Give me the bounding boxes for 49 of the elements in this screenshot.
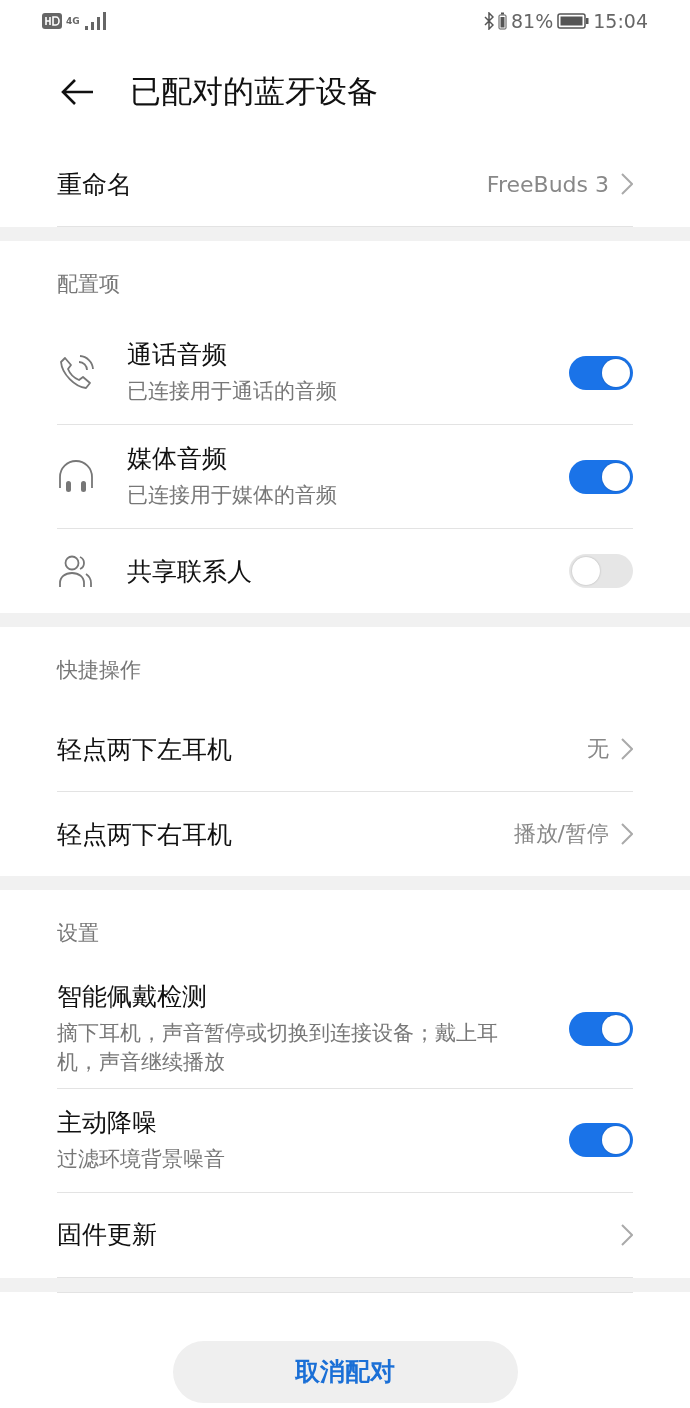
signal-icon xyxy=(83,12,106,30)
row-title: 主动降噪 xyxy=(57,1107,158,1140)
settings-row[interactable]: 轻点两下左耳机 无 xyxy=(57,707,633,792)
settings-row[interactable]: 共享联系人 xyxy=(57,529,633,613)
unpair-button[interactable]: 取消配对 xyxy=(172,1340,518,1403)
section-header: 快捷操作 xyxy=(57,657,142,684)
toggle-switch[interactable] xyxy=(569,459,633,494)
status-time: 15:04 xyxy=(593,10,648,32)
row-title: 重命名 xyxy=(57,168,133,201)
battery-percent: 81% xyxy=(511,10,554,32)
toggle-switch[interactable] xyxy=(569,1011,633,1046)
chevron-icon xyxy=(621,173,633,195)
settings-row[interactable]: 轻点两下右耳机 播放/暂停 xyxy=(57,792,633,876)
row-title: 固件更新 xyxy=(57,1219,158,1252)
row-description: 已连接用于通话的音频 xyxy=(127,378,338,406)
row-title: 轻点两下左耳机 xyxy=(57,733,233,766)
row-value: 播放/暂停 xyxy=(513,820,609,848)
hd-icon xyxy=(42,13,62,29)
row-title: 媒体音频 xyxy=(127,443,228,476)
settings-row[interactable]: 固件更新 xyxy=(57,1192,633,1278)
bluetooth-icon xyxy=(484,12,494,30)
toggle-switch[interactable] xyxy=(569,1123,633,1158)
back-arrow-icon[interactable] xyxy=(60,78,94,106)
settings-row[interactable]: 媒体音频 已连接用于媒体的音频 xyxy=(57,425,633,529)
section-header: 配置项 xyxy=(57,271,121,298)
row-description: 摘下耳机，声音暂停或切换到连接设备；戴上耳机，声音继续播放 xyxy=(57,1020,499,1077)
section-header: 设置 xyxy=(57,920,100,947)
chevron-icon xyxy=(621,738,633,760)
row-description: 过滤环境背景噪音 xyxy=(57,1146,226,1174)
settings-row[interactable]: 主动降噪 过滤环境背景噪音 xyxy=(57,1088,633,1193)
toggle-switch[interactable] xyxy=(569,355,633,390)
row-description: 已连接用于媒体的音频 xyxy=(127,482,338,510)
settings-row[interactable]: 通话音频 已连接用于通话的音频 xyxy=(57,321,633,425)
row-title: 智能佩戴检测 xyxy=(57,981,208,1013)
chevron-icon xyxy=(621,823,633,845)
toggle-switch[interactable] xyxy=(569,554,633,588)
row-value: 无 xyxy=(587,735,609,763)
battery-icon xyxy=(557,13,590,29)
chevron-icon xyxy=(621,1223,633,1246)
headset-battery-icon xyxy=(498,12,507,30)
row-title: 通话音频 xyxy=(127,339,228,372)
rename-row[interactable]: 重命名 FreeBuds 3 xyxy=(57,142,633,227)
network-label: 4G xyxy=(66,16,80,26)
device-name-value: FreeBuds 3 xyxy=(486,171,609,197)
row-title: 轻点两下右耳机 xyxy=(57,818,233,851)
settings-row[interactable]: 智能佩戴检测 摘下耳机，声音暂停或切换到连接设备；戴上耳机，声音继续播放 xyxy=(57,970,633,1089)
phone-icon xyxy=(57,353,95,392)
page-title: 已配对的蓝牙设备 xyxy=(130,72,378,111)
row-title: 共享联系人 xyxy=(127,555,253,588)
